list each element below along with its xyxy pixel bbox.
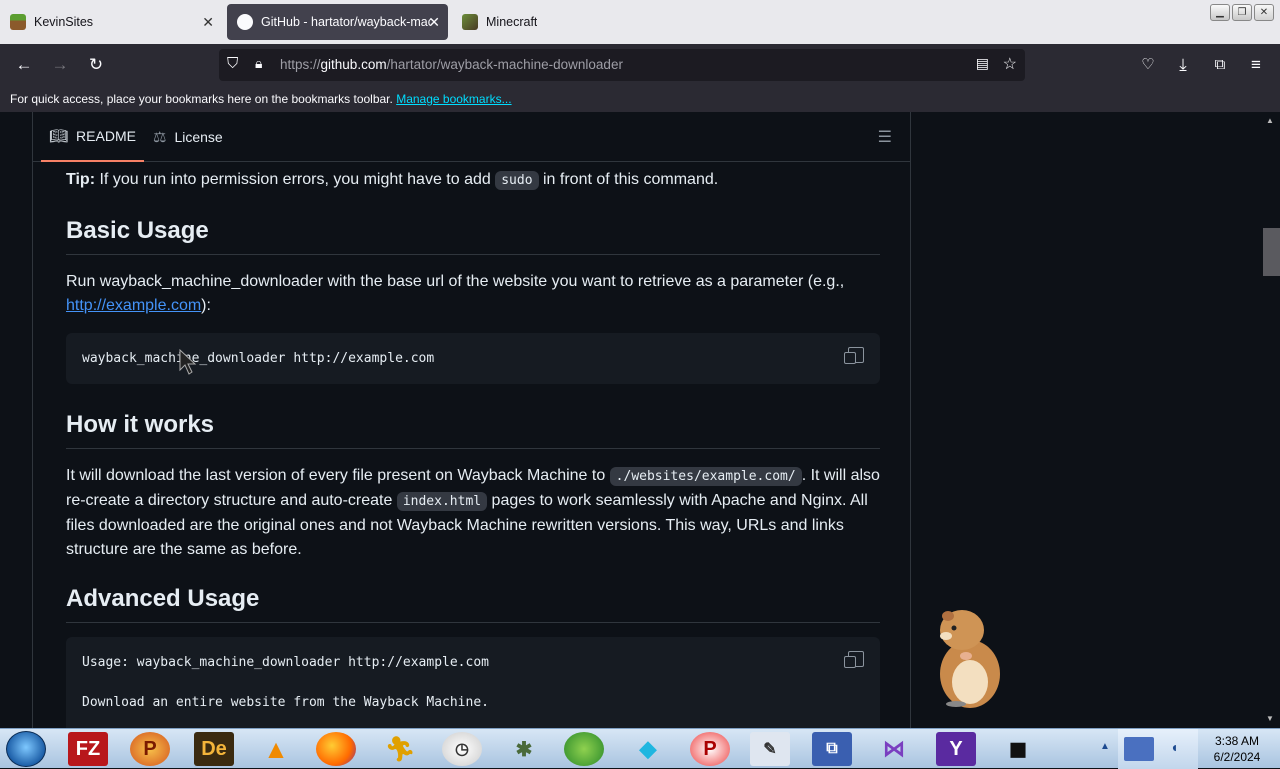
github-icon: [237, 14, 253, 30]
navigation-bar: ← → ↻ ⛉ 🔒︎ https://github.com/hartator/w…: [0, 44, 1280, 86]
url-host: github.com: [320, 57, 387, 72]
tip-label: Tip:: [66, 171, 96, 188]
inline-code: sudo: [495, 171, 539, 190]
network-icon[interactable]: ✱: [504, 732, 544, 766]
tab-license[interactable]: ⚖ License: [145, 112, 231, 162]
bookmark-star-icon[interactable]: ☆: [1003, 54, 1017, 74]
close-tab-icon[interactable]: ✕: [428, 14, 440, 31]
lock-icon[interactable]: 🔒︎: [255, 55, 262, 72]
tab-license-label: License: [174, 129, 223, 145]
filezilla-icon[interactable]: FZ: [68, 732, 108, 766]
scroll-up-icon[interactable]: ▲: [1266, 116, 1274, 125]
download-icon[interactable]: ⤓: [1173, 55, 1193, 75]
inline-code-index: index.html: [396, 492, 488, 511]
windows-taskbar: FZ P De ▲ 🏃︎ ◷ ✱ ◆ P ✎ ⧉ ⋈ Y ◼ ▲ ◖ 3:38 …: [0, 728, 1280, 769]
back-arrow-icon[interactable]: ←: [14, 55, 34, 75]
bookmarks-hint: For quick access, place your bookmarks h…: [10, 92, 393, 106]
inline-code-path: ./websites/example.com/: [609, 467, 802, 486]
forward-arrow-icon[interactable]: →: [50, 55, 70, 75]
scrollbar-thumb[interactable]: [1263, 228, 1280, 276]
menu-icon[interactable]: ≡: [1246, 55, 1266, 75]
paint-icon[interactable]: P: [130, 732, 170, 766]
url-scheme: https://: [280, 57, 321, 72]
tab-title: Minecraft: [486, 15, 538, 29]
url-path: /hartator/wayback-machine-downloader: [386, 57, 623, 72]
table-of-contents-icon[interactable]: ☰: [878, 127, 892, 147]
copy-icon[interactable]: [844, 651, 864, 668]
how-it-works-paragraph: It will download the last version of eve…: [66, 464, 880, 562]
clock-date: 6/2/2024: [1213, 750, 1261, 764]
taskbar-clock[interactable]: 3:38 AM 6/2/2024: [1204, 733, 1270, 765]
heading-advanced-usage: Advanced Usage: [66, 584, 880, 623]
page-viewport: 📖︎ README ⚖ License ☰ Tip: If you run in…: [0, 112, 1263, 728]
heading-basic-usage: Basic Usage: [66, 216, 880, 255]
close-window-button[interactable]: ✕: [1254, 4, 1274, 21]
code-line: Download an entire website from the Wayb…: [82, 695, 489, 710]
start-button[interactable]: [6, 731, 46, 767]
reload-icon[interactable]: ↻: [86, 55, 106, 75]
readme-header: 📖︎ README ⚖ License ☰: [33, 112, 910, 162]
code-line: Usage: wayback_machine_downloader http:/…: [82, 655, 489, 670]
vlc-icon[interactable]: ▲: [256, 732, 296, 766]
tab-github[interactable]: GitHub - hartator/wayback-machine-downlo…: [227, 4, 448, 40]
code-block-advanced[interactable]: Usage: wayback_machine_downloader http:/…: [66, 637, 880, 728]
window-controls: ▁ ❐ ✕: [1210, 4, 1274, 21]
tab-readme[interactable]: 📖︎ README: [41, 112, 144, 162]
extensions-icon[interactable]: ⧉: [1210, 55, 1230, 75]
pocket-icon[interactable]: ♡: [1138, 55, 1158, 75]
minecraft-grass-icon: [10, 14, 26, 30]
law-scale-icon: ⚖: [153, 129, 167, 146]
basic-usage-text-end: ):: [201, 297, 211, 314]
hamster-pet-icon[interactable]: [926, 604, 1006, 708]
tip-text-end: in front of this command.: [538, 171, 719, 188]
show-hidden-icons-icon[interactable]: ▲: [1100, 741, 1110, 752]
vm-icon[interactable]: ⧉: [812, 732, 852, 766]
reader-view-icon[interactable]: ▤: [976, 55, 989, 72]
mouse-cursor-icon: [179, 348, 197, 375]
tab-title: GitHub - hartator/wayback-machine-downlo…: [261, 15, 431, 29]
xbox-icon[interactable]: [564, 732, 604, 766]
tab-title: KevinSites: [34, 15, 94, 29]
restore-button[interactable]: ❐: [1232, 4, 1252, 21]
bookmarks-toolbar: For quick access, place your bookmarks h…: [0, 86, 1280, 112]
minecraft-block-icon: [462, 14, 478, 30]
firefox-icon[interactable]: [316, 732, 356, 766]
basic-usage-paragraph: Run wayback_machine_downloader with the …: [66, 270, 880, 318]
clock-app-icon[interactable]: ◷: [442, 732, 482, 766]
example-link[interactable]: http://example.com: [66, 297, 201, 314]
heading-how-it-works: How it works: [66, 410, 880, 449]
page-scrollbar[interactable]: [1263, 112, 1280, 728]
how-text-1: It will download the last version of eve…: [66, 467, 610, 484]
tab-minecraft[interactable]: Minecraft: [452, 4, 652, 40]
black-box-icon[interactable]: ◼: [998, 732, 1038, 766]
browser-tab-strip: KevinSites ✕ GitHub - hartator/wayback-m…: [0, 0, 1280, 44]
runner-icon[interactable]: 🏃︎: [380, 732, 420, 766]
readme-panel: 📖︎ README ⚖ License ☰ Tip: If you run in…: [32, 112, 911, 728]
basic-usage-text: Run wayback_machine_downloader with the …: [66, 273, 845, 290]
editor-icon[interactable]: ✎: [750, 732, 790, 766]
p-app-icon[interactable]: P: [690, 732, 730, 766]
url-bar[interactable]: ⛉ 🔒︎ https://github.com/hartator/wayback…: [219, 49, 1025, 81]
book-icon: 📖︎: [49, 128, 69, 145]
yahoo-messenger-icon[interactable]: Y: [936, 732, 976, 766]
minimize-button[interactable]: ▁: [1210, 4, 1230, 21]
tip-paragraph: Tip: If you run into permission errors, …: [66, 168, 880, 193]
diamond-icon[interactable]: ◆: [628, 732, 668, 766]
tip-text: If you run into permission errors, you m…: [95, 171, 496, 188]
tab-readme-label: README: [76, 128, 136, 144]
network-tray-icon[interactable]: [1124, 737, 1154, 761]
visual-studio-icon[interactable]: ⋈: [874, 732, 914, 766]
volume-icon[interactable]: ◖: [1170, 739, 1178, 755]
copy-icon[interactable]: [844, 347, 864, 364]
url-text[interactable]: https://github.com/hartator/wayback-mach…: [280, 57, 623, 72]
clock-time: 3:38 AM: [1214, 734, 1260, 748]
manage-bookmarks-link[interactable]: Manage bookmarks...: [396, 92, 511, 106]
code-line: wayback_machine_downloader http://exampl…: [82, 351, 435, 366]
close-tab-icon[interactable]: ✕: [202, 14, 214, 31]
shield-icon[interactable]: ⛉: [227, 55, 238, 72]
system-tray: ◖: [1118, 729, 1198, 769]
scroll-down-icon[interactable]: ▼: [1266, 714, 1274, 723]
dreamweaver-icon[interactable]: De: [194, 732, 234, 766]
tab-kevinsites[interactable]: KevinSites ✕: [0, 4, 222, 40]
